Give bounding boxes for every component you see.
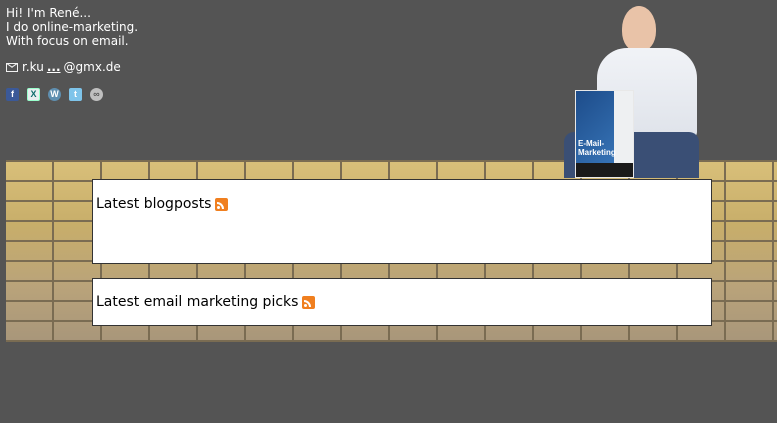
email-suffix: @gmx.de [63,60,121,74]
intro-text: Hi! I'm René... I do online-marketing. W… [6,6,138,48]
twitter-icon[interactable]: t [69,88,82,101]
link-icon[interactable]: ∞ [90,88,103,101]
xing-icon[interactable]: X [27,88,40,101]
email-prefix: r.ku [22,60,44,74]
blogposts-title: Latest blogposts [96,196,212,212]
envelope-icon [6,62,18,72]
email-picks-title: Latest email marketing picks [96,294,299,310]
book-cover[interactable]: E-Mail-Marketing [575,90,634,178]
book-title: E-Mail-Marketing [578,139,616,157]
intro-line: Hi! I'm René... [6,6,91,20]
intro-line: With focus on email. [6,34,129,48]
email-contact[interactable]: r.ku... @gmx.de [6,60,121,74]
email-picks-panel: Latest email marketing picks [92,278,712,326]
facebook-icon[interactable]: f [6,88,19,101]
blogposts-heading: Latest blogposts [96,196,229,212]
rss-icon[interactable] [302,295,316,309]
rss-icon[interactable] [215,197,229,211]
intro-line: I do online-marketing. [6,20,139,34]
blogposts-panel: Latest blogposts [92,179,712,264]
email-picks-heading: Latest email marketing picks [96,294,316,310]
book-cover-panel [614,91,633,177]
author-head [622,6,656,52]
social-links: f X W t ∞ [6,88,103,101]
email-obfuscation-link[interactable]: ... [47,60,61,74]
wordpress-icon[interactable]: W [48,88,61,101]
